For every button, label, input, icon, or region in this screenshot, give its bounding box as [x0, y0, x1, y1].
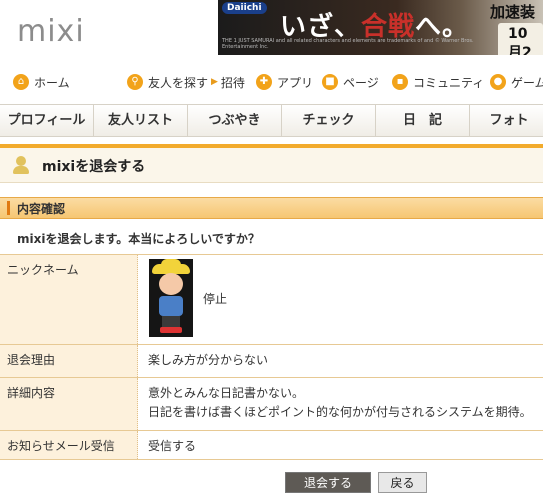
details-line-1: 意外とみんな日記書かない。	[148, 386, 305, 400]
nav-apps[interactable]: ✚ アプリ	[256, 72, 313, 92]
ad-banner[interactable]: Daiichi いざ、合戦へ。 THE 1 JUST SAMURAI and a…	[218, 0, 543, 55]
table-row-mail: お知らせメール受信 受信する	[0, 431, 543, 460]
tab-check[interactable]: チェック	[282, 105, 376, 136]
chat-icon: ▪	[392, 74, 408, 90]
section-marker	[7, 201, 10, 215]
nav-community[interactable]: ▪ コミュニティ	[392, 72, 484, 92]
tab-tsubuyaki[interactable]: つぶやき	[188, 105, 282, 136]
banner-fine-print: THE 1 JUST SAMURAI and all related chara…	[222, 38, 474, 50]
bookmark-icon: ■	[322, 74, 338, 90]
details-line-2: 日記を書けば書くほどポイント的な何かが付与されるシステムを期待。	[148, 405, 532, 419]
details-value: 意外とみんな日記書かない。 日記を書けば書くほどポイント的な何かが付与されるシス…	[138, 378, 543, 430]
nav-home[interactable]: ⌂ ホーム	[13, 72, 70, 92]
confirm-message: mixiを退会します。本当によろしいですか？	[17, 232, 260, 246]
table-row-details: 詳細内容 意外とみんな日記書かない。 日記を書けば書くほどポイント的な何かが付与…	[0, 378, 543, 431]
home-icon: ⌂	[13, 74, 29, 90]
table-row-reason: 退会理由 楽しみ方が分からない	[0, 345, 543, 378]
nav-invite[interactable]: ▶ 招待	[208, 72, 245, 92]
arrow-right-icon: ▶	[211, 77, 218, 87]
nickname-value: 停止	[203, 292, 228, 306]
section-title: 内容確認	[17, 202, 66, 216]
tab-profile[interactable]: プロフィール	[0, 105, 94, 136]
avatar	[149, 259, 193, 337]
nav-game[interactable]: ● ゲーム	[490, 72, 543, 92]
page-title: mixiを退会する	[42, 159, 146, 175]
search-icon: ⚲	[127, 74, 143, 90]
game-icon: ●	[490, 74, 506, 90]
tab-diary[interactable]: 日 記	[376, 105, 470, 136]
tab-friend-list[interactable]: 友人リスト	[94, 105, 188, 136]
withdraw-button[interactable]: 退会する	[285, 472, 371, 493]
table-row-nickname: ニックネーム 停止	[0, 255, 543, 345]
person-icon	[11, 155, 31, 175]
puzzle-icon: ✚	[256, 74, 272, 90]
section-header: 内容確認	[0, 197, 543, 219]
label-nickname: ニックネーム	[0, 255, 138, 344]
tab-photo[interactable]: フォト	[470, 105, 543, 136]
details-table: ニックネーム 停止 退会理由 楽しみ方が分からない 詳細内容 意外とみんな日記書…	[0, 254, 543, 460]
label-details: 詳細内容	[0, 378, 138, 430]
label-mail: お知らせメール受信	[0, 431, 138, 459]
nav-pages[interactable]: ■ ページ	[322, 72, 379, 92]
banner-date: 10月2	[498, 23, 543, 55]
global-nav: ⌂ ホーム ⚲ 友人を探す ▶ 招待 ✚ アプリ ■ ページ ▪ コミュニティ …	[0, 70, 543, 94]
mixi-logo[interactable]: mixi	[17, 14, 85, 49]
nav-find-friends[interactable]: ⚲ 友人を探す	[127, 72, 208, 92]
reason-value: 楽しみ方が分からない	[148, 353, 269, 367]
back-button[interactable]: 戻る	[378, 472, 427, 493]
sub-nav: プロフィール 友人リスト つぶやき チェック 日 記 フォト	[0, 104, 543, 137]
banner-brand: Daiichi	[222, 2, 267, 14]
label-reason: 退会理由	[0, 345, 138, 377]
mail-value: 受信する	[148, 439, 197, 453]
banner-tag: 加速装	[490, 3, 536, 21]
